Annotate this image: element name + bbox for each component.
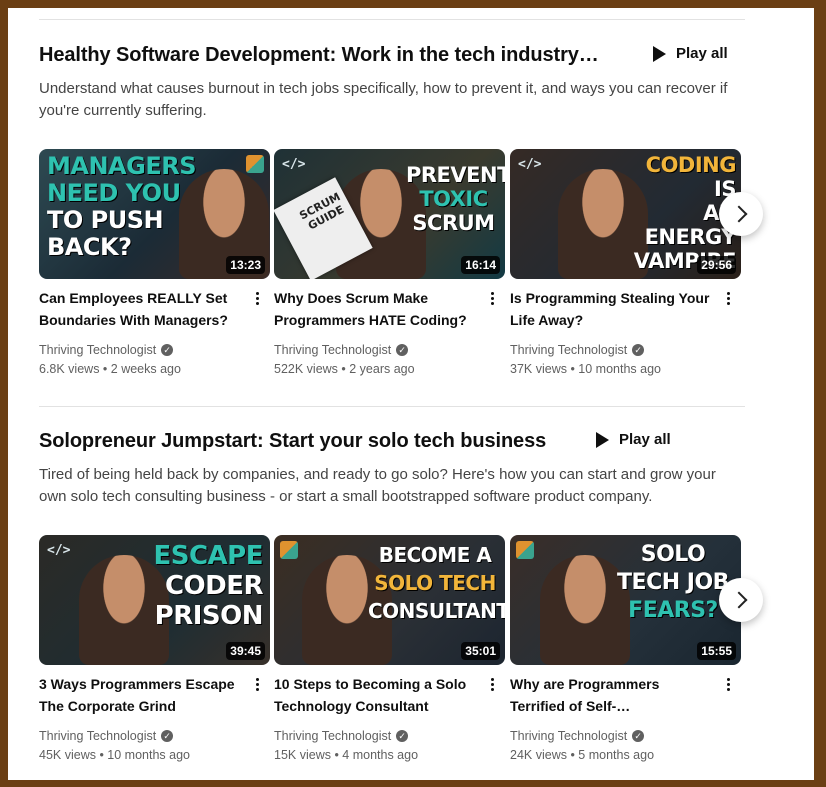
play-all-button[interactable]: Play all: [653, 45, 728, 62]
shelf-next-button[interactable]: [719, 578, 763, 622]
thumbnail-caption: PREVENT TOXIC SCRUM: [406, 163, 505, 235]
thumbnail-caption: SOLO TECH JOB FEARS?: [617, 542, 729, 623]
video-meta: 6.8K views • 2 weeks ago: [39, 362, 181, 376]
shelf-next-button[interactable]: [719, 192, 763, 236]
duration-badge: 35:01: [461, 642, 500, 660]
section-title[interactable]: Solopreneur Jumpstart: Start your solo t…: [39, 430, 546, 453]
section-divider: [39, 19, 745, 20]
video-meta: 15K views • 4 months ago: [274, 748, 419, 762]
video-title[interactable]: 3 Ways Programmers Escape The Corporate …: [39, 673, 239, 717]
more-vert-icon[interactable]: [722, 673, 734, 695]
play-all-label: Play all: [619, 431, 671, 448]
playlist-section-healthy-dev: Healthy Software Development: Work in th…: [39, 44, 799, 376]
video-meta: 24K views • 5 months ago: [510, 748, 655, 762]
video-thumbnail[interactable]: </> SCRUM GUIDE PREVENT TOXIC SCRUM 16:1…: [274, 149, 505, 279]
check-circle-icon: ✓: [632, 730, 645, 742]
chevron-right-icon: [730, 591, 748, 609]
video-shelf: </> ESCAPE CODER PRISON 39:45 3 Ways Pro…: [39, 535, 799, 775]
duration-badge: 29:56: [697, 256, 736, 274]
video-thumbnail[interactable]: </> CODING IS AN ENERGY VAMPIRE 29:56: [510, 149, 741, 279]
video-card: SOLO TECH JOB FEARS? 15:55 Why are Progr…: [510, 535, 741, 762]
thumbnail-caption: ESCAPE CODER PRISON: [153, 541, 263, 631]
channel-logo-icon: [516, 541, 534, 559]
check-circle-icon: ✓: [396, 730, 409, 742]
play-all-label: Play all: [676, 45, 728, 62]
section-header: Healthy Software Development: Work in th…: [39, 44, 799, 72]
more-vert-icon[interactable]: [722, 287, 734, 309]
channel-logo-icon: [246, 155, 264, 173]
video-card: MANAGERS NEED YOU TO PUSH BACK? 13:23 Ca…: [39, 149, 270, 376]
more-vert-icon[interactable]: [486, 287, 498, 309]
section-title[interactable]: Healthy Software Development: Work in th…: [39, 44, 599, 67]
channel-link[interactable]: Thriving Technologist ✓: [510, 729, 645, 743]
video-title[interactable]: Is Programming Stealing Your Life Away?: [510, 287, 710, 331]
channel-name: Thriving Technologist: [39, 343, 157, 357]
section-header: Solopreneur Jumpstart: Start your solo t…: [39, 430, 799, 458]
play-icon: [596, 431, 609, 448]
channel-link[interactable]: Thriving Technologist ✓: [39, 343, 174, 357]
code-brackets-icon: </>: [518, 157, 542, 172]
playlist-section-solopreneur: Solopreneur Jumpstart: Start your solo t…: [39, 430, 799, 762]
channel-link[interactable]: Thriving Technologist ✓: [274, 343, 409, 357]
channel-link[interactable]: Thriving Technologist ✓: [39, 729, 174, 743]
thumbnail-caption: MANAGERS NEED YOU TO PUSH BACK?: [47, 152, 196, 261]
video-card: </> ESCAPE CODER PRISON 39:45 3 Ways Pro…: [39, 535, 270, 762]
channel-name: Thriving Technologist: [274, 343, 392, 357]
thumbnail-caption: BECOME A SOLO TECH CONSULTANT: [368, 543, 505, 623]
video-shelf: MANAGERS NEED YOU TO PUSH BACK? 13:23 Ca…: [39, 149, 799, 389]
video-title[interactable]: Why are Programmers Terrified of Self-…: [510, 673, 710, 717]
duration-badge: 15:55: [697, 642, 736, 660]
check-circle-icon: ✓: [632, 344, 645, 356]
video-title[interactable]: Why Does Scrum Make Programmers HATE Cod…: [274, 287, 474, 331]
section-description: Understand what causes burnout in tech j…: [39, 80, 728, 119]
video-title[interactable]: Can Employees REALLY Set Boundaries With…: [39, 287, 239, 331]
section-description: Tired of being held back by companies, a…: [39, 466, 716, 505]
video-meta: 45K views • 10 months ago: [39, 748, 190, 762]
video-card: </> CODING IS AN ENERGY VAMPIRE 29:56 Is…: [510, 149, 741, 376]
channel-link[interactable]: Thriving Technologist ✓: [274, 729, 409, 743]
duration-badge: 16:14: [461, 256, 500, 274]
play-all-button[interactable]: Play all: [596, 431, 671, 448]
channel-link[interactable]: Thriving Technologist ✓: [510, 343, 645, 357]
channel-playlists-panel: Healthy Software Development: Work in th…: [8, 8, 814, 780]
chevron-right-icon: [730, 205, 748, 223]
video-card: BECOME A SOLO TECH CONSULTANT 35:01 10 S…: [274, 535, 505, 762]
more-vert-icon[interactable]: [251, 673, 263, 695]
channel-name: Thriving Technologist: [510, 343, 628, 357]
check-circle-icon: ✓: [161, 730, 174, 742]
video-thumbnail[interactable]: SOLO TECH JOB FEARS? 15:55: [510, 535, 741, 665]
more-vert-icon[interactable]: [486, 673, 498, 695]
video-title[interactable]: 10 Steps to Becoming a Solo Technology C…: [274, 673, 474, 717]
check-circle-icon: ✓: [161, 344, 174, 356]
channel-name: Thriving Technologist: [39, 729, 157, 743]
duration-badge: 39:45: [226, 642, 265, 660]
video-thumbnail[interactable]: MANAGERS NEED YOU TO PUSH BACK? 13:23: [39, 149, 270, 279]
more-vert-icon[interactable]: [251, 287, 263, 309]
video-card: </> SCRUM GUIDE PREVENT TOXIC SCRUM 16:1…: [274, 149, 505, 376]
video-thumbnail[interactable]: BECOME A SOLO TECH CONSULTANT 35:01: [274, 535, 505, 665]
channel-logo-icon: [280, 541, 298, 559]
video-thumbnail[interactable]: </> ESCAPE CODER PRISON 39:45: [39, 535, 270, 665]
play-icon: [653, 45, 666, 62]
duration-badge: 13:23: [226, 256, 265, 274]
channel-name: Thriving Technologist: [274, 729, 392, 743]
section-divider: [39, 406, 745, 407]
code-brackets-icon: </>: [282, 157, 306, 172]
video-meta: 522K views • 2 years ago: [274, 362, 415, 376]
video-meta: 37K views • 10 months ago: [510, 362, 661, 376]
code-brackets-icon: </>: [47, 543, 71, 558]
check-circle-icon: ✓: [396, 344, 409, 356]
channel-name: Thriving Technologist: [510, 729, 628, 743]
